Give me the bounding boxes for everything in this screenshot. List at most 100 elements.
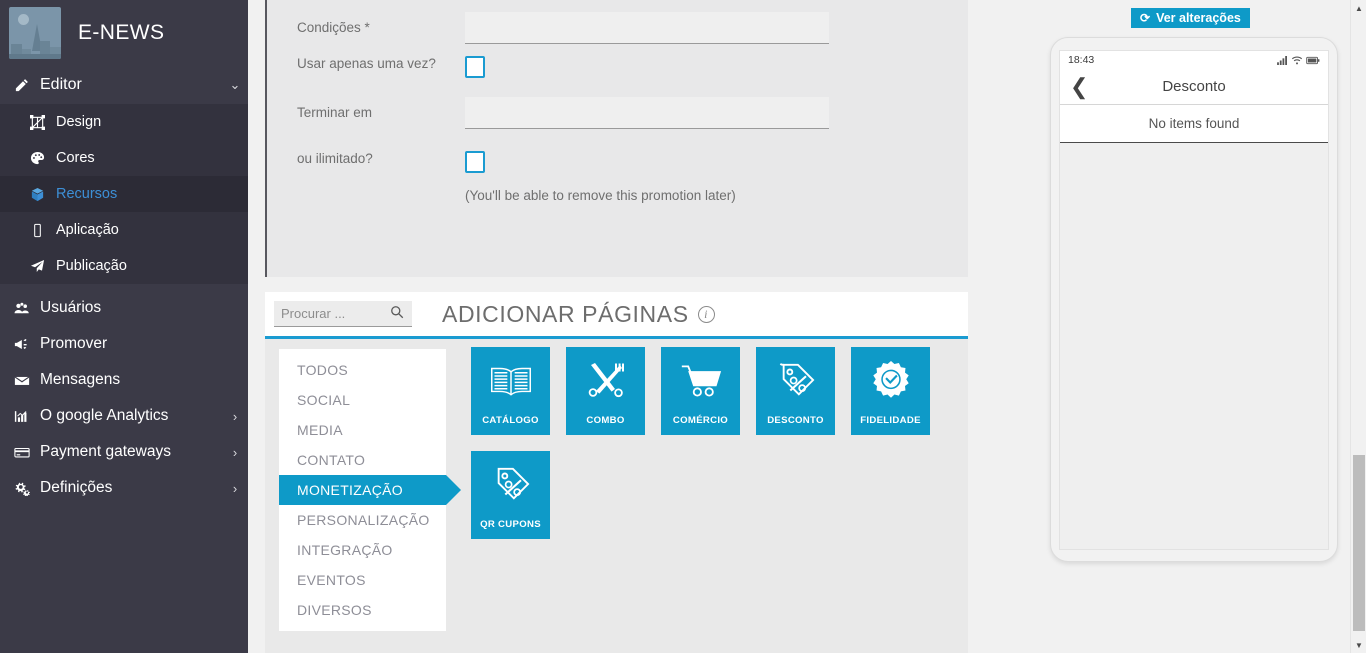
chevron-left-icon[interactable]: ❮ (1070, 73, 1088, 101)
category-label: DIVERSOS (297, 602, 372, 618)
sidebar-item-recursos[interactable]: Recursos (0, 176, 248, 212)
search-input[interactable] (274, 301, 380, 326)
device-preview-panel: ⟳ Ver alterações 18:43 ❮ Desconto No ite… (968, 0, 1348, 653)
page-title: ADICIONAR PÁGINAS i (442, 301, 715, 328)
feature-tile-label: COMÉRCIO (672, 415, 729, 426)
category-item-monetizacao[interactable]: MONETIZAÇÃO (279, 475, 461, 505)
sidebar-item-definicoes-label: Definições (40, 479, 113, 496)
page-scrollbar[interactable]: ▲ ▼ (1350, 0, 1366, 653)
chevron-right-icon: › (232, 480, 238, 496)
sidebar-item-cores-label: Cores (56, 150, 95, 166)
view-changes-button[interactable]: ⟳ Ver alterações (1131, 8, 1250, 28)
search-box[interactable] (274, 301, 412, 327)
sidebar-item-cores[interactable]: Cores (0, 140, 248, 176)
mobile-icon (30, 223, 56, 238)
scroll-down-arrow-icon[interactable]: ▼ (1351, 637, 1366, 653)
discount-tag-icon (756, 347, 835, 415)
feature-tile-label: DESCONTO (767, 415, 824, 426)
category-item-personalizacao[interactable]: PERSONALIZAÇÃO (279, 505, 446, 535)
category-item-integracao[interactable]: INTEGRAÇÃO (279, 535, 446, 565)
category-item-todos[interactable]: TODOS (279, 355, 446, 385)
sidebar-item-promover-label: Promover (40, 335, 108, 352)
sidebar-item-definicoes[interactable]: Definições › (0, 470, 248, 506)
phone-screen: 18:43 ❮ Desconto No items found (1059, 50, 1329, 550)
sidebar-item-recursos-label: Recursos (56, 186, 118, 202)
sidebar-item-mensagens[interactable]: Mensagens (0, 362, 248, 398)
form-label-terminar-em: Terminar em (297, 105, 373, 120)
sidebar-group-editor[interactable]: Editor ⌄ (0, 66, 248, 104)
paper-plane-icon (30, 259, 56, 274)
condicoes-input[interactable] (465, 12, 829, 44)
info-icon[interactable]: i (697, 305, 715, 323)
phone-frame: 18:43 ❮ Desconto No items found (1050, 37, 1338, 562)
category-item-media[interactable]: MEDIA (279, 415, 446, 445)
form-row-terminar-em: Terminar em (267, 97, 968, 129)
envelope-icon (14, 373, 40, 388)
form-label-condicoes: Condições * (297, 20, 370, 35)
form-label-ou-ilimitado: ou ilimitado? (297, 151, 373, 166)
sidebar-item-google-analytics[interactable]: O google Analytics › (0, 398, 248, 434)
category-label: EVENTOS (297, 572, 366, 588)
terminar-em-input[interactable] (465, 97, 829, 129)
feature-tile-desconto[interactable]: DESCONTO (756, 347, 835, 435)
sidebar-item-publicacao[interactable]: Publicação (0, 248, 248, 284)
app-root: E-NEWS Editor ⌄ Design Cores Recursos Ap… (0, 0, 1366, 653)
coupon-tags-icon (471, 451, 550, 519)
feature-tile-label: QR CUPONS (480, 519, 541, 530)
phone-empty-message: No items found (1148, 116, 1240, 131)
sidebar-item-aplicacao[interactable]: Aplicação (0, 212, 248, 248)
usar-uma-vez-checkbox[interactable] (465, 56, 485, 78)
add-pages-header: ADICIONAR PÁGINAS i (265, 292, 968, 339)
category-item-diversos[interactable]: DIVERSOS (279, 595, 446, 625)
feature-tile-comercio[interactable]: COMÉRCIO (661, 347, 740, 435)
category-label: MONETIZAÇÃO (297, 482, 403, 498)
feature-tile-fidelidade[interactable]: FIDELIDADE (851, 347, 930, 435)
bar-chart-icon (14, 409, 40, 424)
scrollbar-thumb[interactable] (1353, 455, 1365, 631)
promotion-note: (You'll be able to remove this promotion… (465, 188, 736, 203)
form-row-usar-uma-vez: Usar apenas uma vez? (267, 48, 968, 83)
sidebar-item-design[interactable]: Design (0, 104, 248, 140)
wifi-icon (1291, 56, 1303, 65)
refresh-icon: ⟳ (1140, 11, 1151, 25)
feature-tile-qr-cupons[interactable]: QR CUPONS (471, 451, 550, 539)
phone-app-bar: ❮ Desconto (1060, 69, 1328, 105)
shopping-cart-icon (661, 347, 740, 415)
sidebar: E-NEWS Editor ⌄ Design Cores Recursos Ap… (0, 0, 248, 653)
category-item-social[interactable]: SOCIAL (279, 385, 446, 415)
form-label-usar-uma-vez: Usar apenas uma vez? (297, 56, 436, 71)
sidebar-item-usuarios[interactable]: Usuários (0, 290, 248, 326)
sidebar-item-promover[interactable]: Promover (0, 326, 248, 362)
feature-tile-combo[interactable]: COMBO (566, 347, 645, 435)
category-item-eventos[interactable]: EVENTOS (279, 565, 446, 595)
loyalty-badge-icon (851, 347, 930, 415)
sidebar-item-publicacao-label: Publicação (56, 258, 127, 274)
design-icon (30, 114, 56, 130)
sidebar-item-mensagens-label: Mensagens (40, 371, 121, 388)
brand-title: E-NEWS (78, 21, 165, 44)
category-label: INTEGRAÇÃO (297, 542, 393, 558)
promotion-form-panel: Condições * Usar apenas uma vez? Termina… (265, 0, 968, 277)
scroll-up-arrow-icon[interactable]: ▲ (1351, 0, 1366, 16)
form-row-condicoes: Condições * (267, 12, 968, 44)
category-label: PERSONALIZAÇÃO (297, 512, 430, 528)
app-logo-thumbnail (9, 7, 61, 59)
search-icon[interactable] (390, 305, 404, 319)
sidebar-item-google-analytics-label: O google Analytics (40, 407, 169, 424)
feature-tile-catalogo[interactable]: CATÁLOGO (471, 347, 550, 435)
users-icon (14, 301, 40, 316)
chevron-down-icon: ⌄ (229, 77, 241, 92)
sidebar-item-design-label: Design (56, 114, 102, 130)
category-item-contato[interactable]: CONTATO (279, 445, 446, 475)
brand[interactable]: E-NEWS (0, 0, 248, 66)
signal-icon (1277, 55, 1288, 65)
box-icon (30, 187, 56, 202)
pencil-icon (14, 78, 40, 93)
category-list: TODOS SOCIAL MEDIA CONTATO MONETIZAÇÃO P… (279, 349, 461, 631)
phone-app-title: Desconto (1162, 78, 1226, 95)
sidebar-item-payment-gateways[interactable]: Payment gateways › (0, 434, 248, 470)
ou-ilimitado-checkbox[interactable] (465, 151, 485, 173)
fork-knife-icon (566, 347, 645, 415)
sidebar-item-payment-gateways-label: Payment gateways (40, 443, 171, 460)
chevron-right-icon: › (232, 408, 238, 424)
